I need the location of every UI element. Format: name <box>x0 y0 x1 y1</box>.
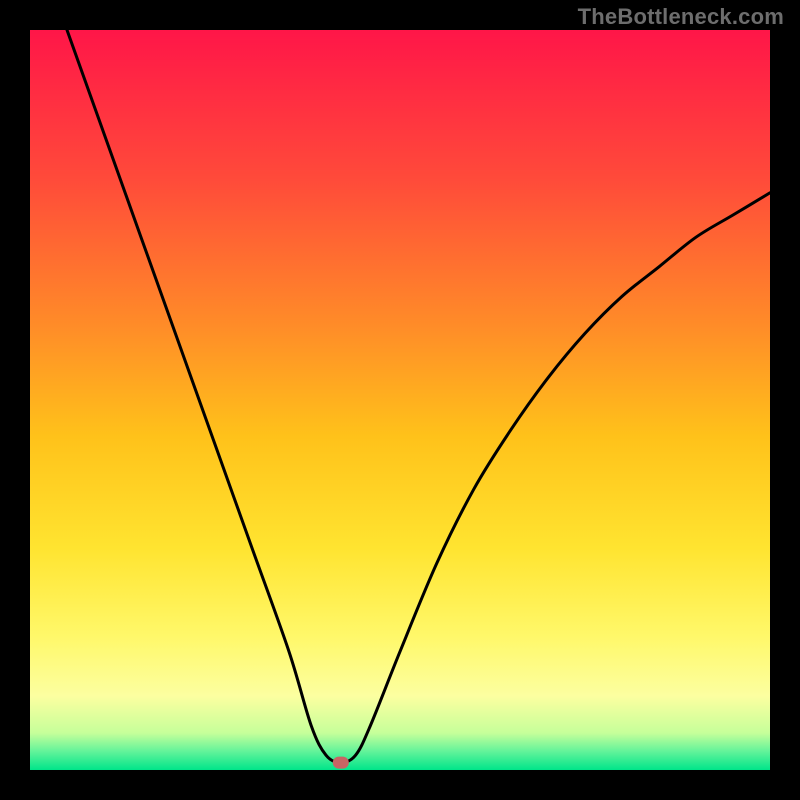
watermark-label: TheBottleneck.com <box>578 4 784 30</box>
gradient-background <box>30 30 770 770</box>
marker-point <box>333 757 349 769</box>
bottleneck-chart <box>30 30 770 770</box>
chart-frame: TheBottleneck.com <box>0 0 800 800</box>
plot-area <box>30 30 770 770</box>
